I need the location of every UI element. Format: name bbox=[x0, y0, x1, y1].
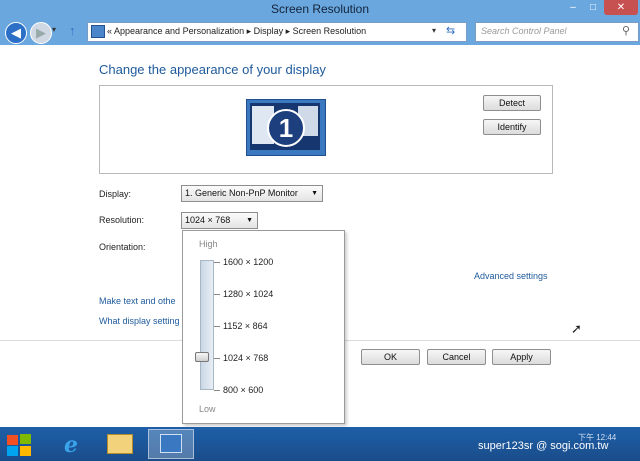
detect-button[interactable]: Detect bbox=[483, 95, 541, 111]
resolution-option[interactable]: 1280 × 1024 bbox=[223, 289, 273, 299]
address-dropdown[interactable]: ▾ bbox=[432, 26, 436, 35]
back-button[interactable]: ◀ bbox=[5, 22, 27, 44]
cancel-button[interactable]: Cancel bbox=[427, 349, 486, 365]
close-button[interactable]: ✕ bbox=[604, 0, 638, 15]
breadcrumb[interactable]: « Appearance and Personalization ▸ Displ… bbox=[107, 26, 366, 37]
orientation-label: Orientation: bbox=[99, 242, 146, 252]
watermark: super123sr @ sogi.com.tw bbox=[478, 440, 609, 452]
slider-tick bbox=[214, 262, 220, 263]
resolution-option[interactable]: 800 × 600 bbox=[223, 385, 263, 395]
maximize-button[interactable]: □ bbox=[583, 0, 603, 15]
what-display-settings-link[interactable]: What display setting bbox=[99, 316, 180, 326]
control-panel-icon bbox=[91, 25, 105, 38]
windows-logo-icon bbox=[7, 435, 18, 445]
display-select[interactable]: 1. Generic Non-PnP Monitor ▼ bbox=[181, 185, 323, 202]
resolution-option-selected[interactable]: 1024 × 768 bbox=[223, 353, 268, 363]
slider-tick bbox=[214, 390, 220, 391]
forward-button[interactable]: ▶ bbox=[30, 22, 52, 44]
minimize-button[interactable]: – bbox=[563, 0, 583, 15]
windows-logo-icon bbox=[7, 446, 18, 456]
refresh-icon[interactable]: ⇆ bbox=[446, 24, 455, 37]
resolution-slider-thumb[interactable] bbox=[195, 352, 209, 362]
make-text-larger-link[interactable]: Make text and othe bbox=[99, 296, 176, 306]
window-title: Screen Resolution bbox=[270, 2, 370, 16]
file-explorer-icon[interactable] bbox=[107, 434, 133, 454]
identify-button[interactable]: Identify bbox=[483, 119, 541, 135]
recent-pages-dropdown[interactable]: ▾ bbox=[52, 25, 56, 34]
slider-tick bbox=[214, 358, 220, 359]
chevron-down-icon: ▼ bbox=[246, 217, 253, 224]
resolution-select[interactable]: 1024 × 768 ▼ bbox=[181, 212, 258, 229]
page-title: Change the appearance of your display bbox=[99, 62, 326, 77]
search-icon[interactable]: ⚲ bbox=[622, 24, 630, 37]
resolution-slider-track[interactable] bbox=[200, 260, 214, 390]
resolution-option[interactable]: 1600 × 1200 bbox=[223, 257, 273, 267]
mouse-cursor-icon: ➚ bbox=[571, 321, 582, 336]
control-panel-icon bbox=[160, 434, 182, 453]
search-placeholder: Search Control Panel bbox=[481, 26, 567, 36]
monitor-number-badge: 1 bbox=[267, 109, 305, 147]
display-select-value: 1. Generic Non-PnP Monitor bbox=[185, 188, 298, 198]
start-button[interactable] bbox=[4, 432, 34, 458]
windows-logo-icon bbox=[20, 434, 31, 444]
slider-tick bbox=[214, 294, 220, 295]
resolution-label: Resolution: bbox=[99, 215, 145, 225]
apply-button[interactable]: Apply bbox=[492, 349, 551, 365]
slider-high-label: High bbox=[199, 239, 218, 249]
display-label: Display: bbox=[99, 189, 132, 199]
resolution-option[interactable]: 1152 × 864 bbox=[223, 321, 268, 331]
advanced-settings-link[interactable]: Advanced settings bbox=[474, 271, 548, 281]
ok-button[interactable]: OK bbox=[361, 349, 420, 365]
internet-explorer-icon[interactable]: e bbox=[57, 432, 85, 458]
slider-tick bbox=[214, 326, 220, 327]
up-button[interactable]: ↑ bbox=[69, 23, 76, 38]
resolution-select-value: 1024 × 768 bbox=[185, 215, 231, 225]
chevron-down-icon: ▼ bbox=[311, 190, 318, 197]
windows-logo-icon bbox=[20, 446, 31, 456]
slider-low-label: Low bbox=[199, 404, 216, 414]
